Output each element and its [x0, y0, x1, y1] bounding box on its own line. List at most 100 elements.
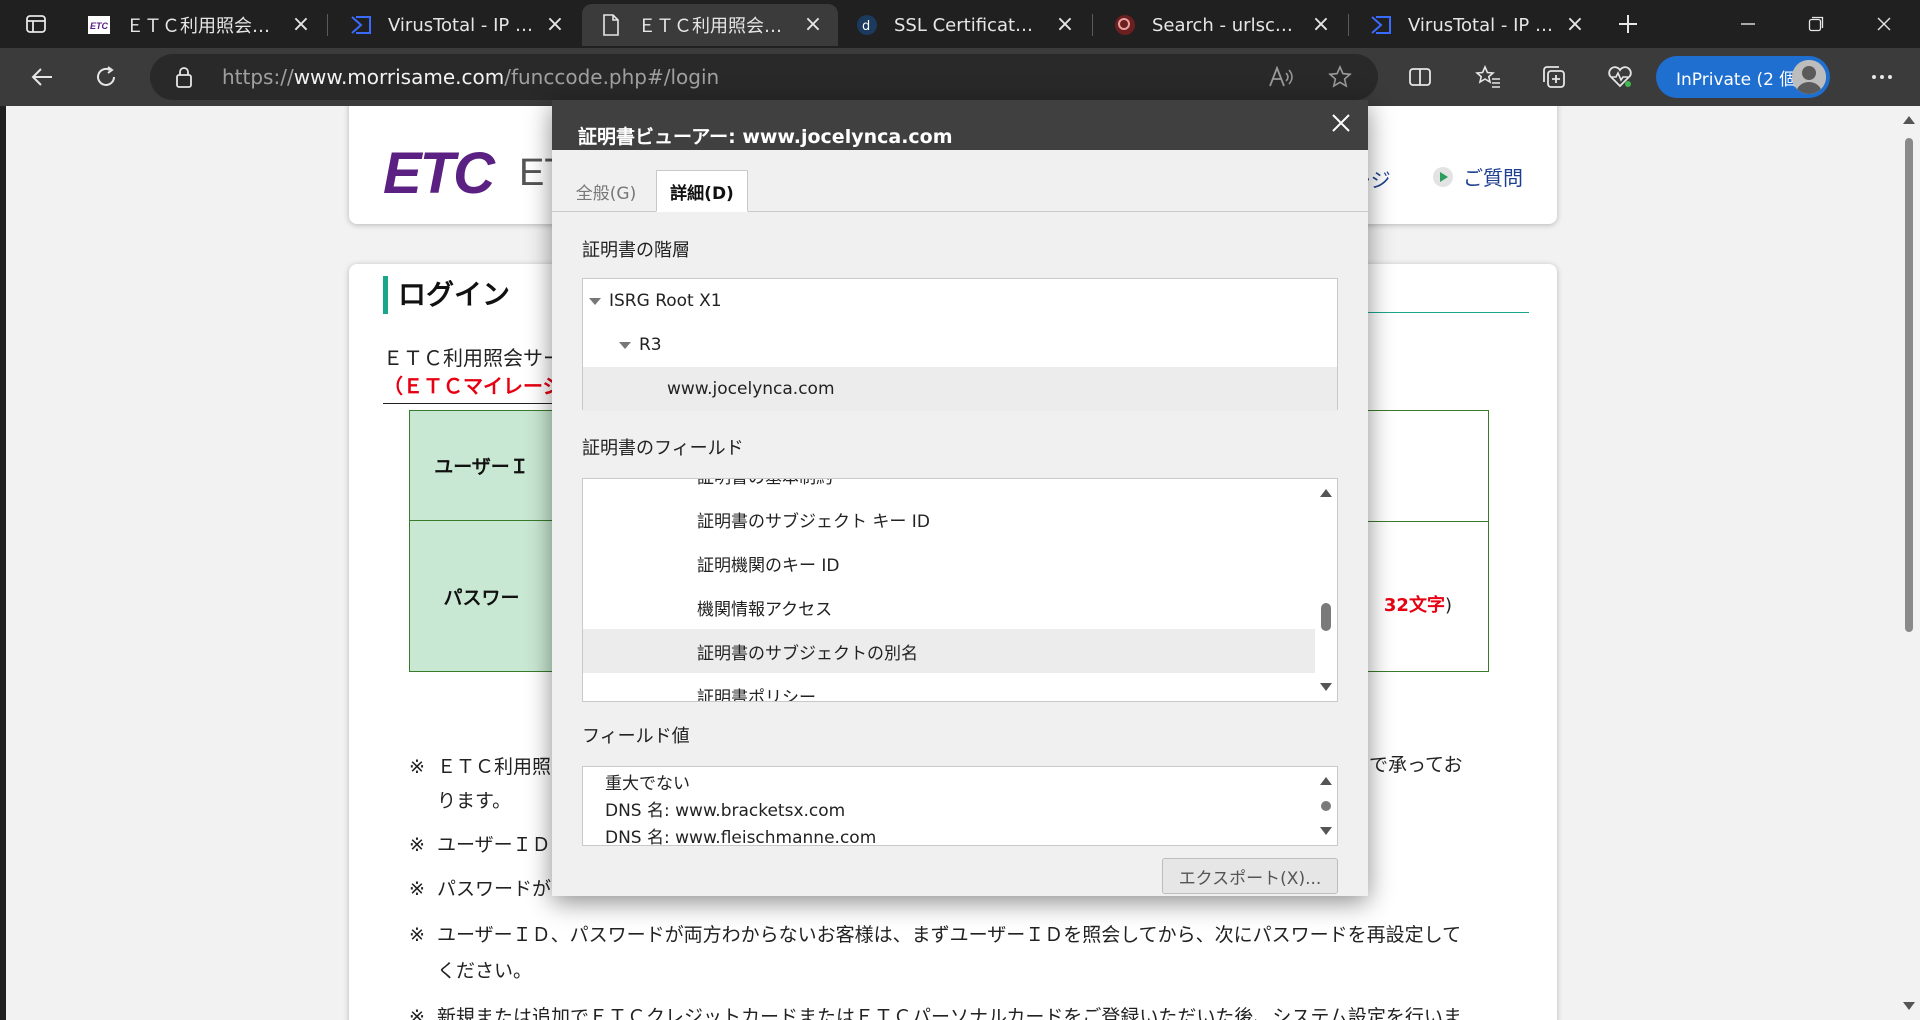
user-id-label: ユーザーＩ: [410, 411, 554, 521]
certificate-fields-list[interactable]: 証明書の基本制約 証明書のサブジェクト キー ID 証明機関のキー ID 機関情…: [582, 478, 1338, 702]
expand-caret-icon[interactable]: [619, 341, 631, 349]
field-item-selected[interactable]: 証明書のサブジェクトの別名: [583, 629, 1315, 673]
tab-5[interactable]: Search - urlscan.io ×: [1096, 4, 1346, 46]
read-aloud-icon[interactable]: [1268, 65, 1294, 92]
tab-4[interactable]: d SSL Certificate Checker ×: [838, 4, 1090, 46]
certificate-viewer-dialog: 証明書ビューアー: www.jocelynca.com 全般(G) 詳細(D) …: [552, 100, 1368, 896]
tab-actions-icon[interactable]: [16, 4, 56, 44]
new-tab-icon[interactable]: [1608, 4, 1648, 44]
dialog-tabs: 全般(G) 詳細(D): [552, 150, 1368, 212]
back-icon[interactable]: [22, 57, 62, 97]
tree-item-label: R3: [639, 335, 662, 355]
tab-1[interactable]: ETC ＥＴＣ利用照会サービス ×: [70, 4, 326, 46]
field-item[interactable]: 証明書の基本制約: [583, 479, 1315, 497]
page-scrollbar[interactable]: [1898, 106, 1920, 1020]
tab-general[interactable]: 全般(G): [570, 170, 642, 212]
note-mark: ※: [409, 1006, 425, 1020]
window-close-icon[interactable]: [1850, 0, 1918, 48]
tree-item-isrg-root[interactable]: ISRG Root X1: [583, 279, 1337, 323]
scroll-thumb[interactable]: [1905, 138, 1913, 632]
intro-text: ＥＴＣ利用照会サー: [383, 346, 563, 370]
scroll-down-icon[interactable]: [1320, 827, 1332, 835]
address-bar[interactable]: https://www.morrisame.com/funccode.php#/…: [150, 54, 1378, 100]
urlscan-icon: [1114, 14, 1136, 36]
browser-toolbar: https://www.morrisame.com/funccode.php#/…: [0, 48, 1920, 106]
virustotal-icon: [350, 14, 372, 36]
expand-caret-icon[interactable]: [589, 297, 601, 305]
scroll-up-icon[interactable]: [1320, 777, 1332, 785]
favorite-star-icon[interactable]: [1328, 65, 1352, 93]
tab-title: ＥＴＣ利用照会サービス: [638, 16, 792, 37]
favorites-icon[interactable]: [1468, 57, 1508, 97]
field-item[interactable]: 証明書ポリシー: [583, 673, 1315, 702]
tree-item-label: ISRG Root X1: [609, 291, 722, 311]
nav-faq-label: ご質問: [1463, 166, 1523, 190]
scroll-up-icon[interactable]: [1320, 489, 1332, 497]
scroll-down-icon[interactable]: [1320, 683, 1332, 691]
value-line: 重大でない: [605, 774, 690, 794]
note-text: パスワードが: [437, 878, 552, 900]
note-text: ユーザーＩＤ: [437, 834, 551, 856]
close-icon[interactable]: ×: [542, 12, 568, 38]
field-value-box[interactable]: 重大でない DNS 名: www.bracketsx.com DNS 名: ww…: [582, 766, 1338, 846]
scroll-thumb[interactable]: [1321, 603, 1331, 631]
close-icon[interactable]: ×: [1562, 12, 1588, 38]
value-scrollbar[interactable]: [1315, 767, 1337, 845]
note-2: ※ ユーザーＩＤ: [409, 830, 551, 857]
scroll-up-icon[interactable]: [1903, 116, 1915, 124]
note-mark: ※: [409, 924, 425, 946]
note-mark: ※: [409, 834, 425, 856]
tab-separator: [1092, 14, 1093, 36]
nav-link-faq[interactable]: ご質問: [1433, 162, 1523, 191]
fields-scrollbar[interactable]: [1315, 479, 1337, 701]
digicert-icon: d: [856, 14, 878, 36]
hierarchy-heading: 証明書の階層: [582, 240, 690, 261]
password-note-paren: ): [1444, 595, 1452, 616]
close-icon[interactable]: ×: [288, 12, 314, 38]
export-button[interactable]: エクスポート(X)...: [1162, 858, 1338, 894]
lock-icon[interactable]: [174, 66, 194, 92]
split-screen-icon[interactable]: [1400, 57, 1440, 97]
close-icon[interactable]: ×: [800, 12, 826, 38]
inprivate-button[interactable]: InPrivate (2 個): [1656, 56, 1830, 98]
url-path: /funccode.php#/login: [504, 65, 720, 89]
tab-6[interactable]: VirusTotal - IP address ×: [1352, 4, 1600, 46]
note-1: ※ ＥＴＣ利用照: [409, 752, 551, 779]
fields-heading: 証明書のフィールド: [582, 438, 744, 459]
dialog-title: 証明書ビューアー: www.jocelynca.com: [578, 126, 953, 148]
field-item[interactable]: 証明書のサブジェクト キー ID: [583, 497, 1315, 541]
intro-mileage-link[interactable]: （ＥＴＣマイレージ: [383, 370, 563, 404]
restore-icon[interactable]: [1782, 0, 1850, 48]
etc-logo[interactable]: ETC: [383, 140, 495, 207]
value-heading: フィールド値: [582, 726, 690, 747]
minimize-icon[interactable]: [1714, 0, 1782, 48]
refresh-icon[interactable]: [86, 57, 126, 97]
field-item[interactable]: 機関情報アクセス: [583, 585, 1315, 629]
note-text: ＥＴＣ利用照: [437, 756, 552, 778]
svg-text:d: d: [862, 19, 870, 34]
collections-icon[interactable]: [1534, 57, 1574, 97]
browser-essentials-icon[interactable]: [1600, 57, 1640, 97]
scroll-thumb[interactable]: [1321, 801, 1331, 811]
tab-title: SSL Certificate Checker: [894, 14, 1044, 36]
dialog-close-icon[interactable]: [1328, 110, 1354, 136]
password-length: 32文字: [1383, 595, 1445, 616]
url-domain: www.morrisame.com: [293, 65, 505, 89]
close-icon[interactable]: ×: [1308, 12, 1334, 38]
page-title: ログイン: [383, 276, 510, 314]
tree-item-leaf-selected[interactable]: www.jocelynca.com: [583, 367, 1337, 411]
more-menu-icon[interactable]: [1862, 57, 1902, 97]
note-1-cont: ります。: [437, 790, 512, 812]
url-text[interactable]: https://www.morrisame.com/funccode.php#/…: [222, 54, 719, 100]
tab-2[interactable]: VirusTotal - IP address ×: [332, 4, 580, 46]
close-icon[interactable]: ×: [1052, 12, 1078, 38]
tab-details[interactable]: 詳細(D): [656, 170, 748, 212]
tab-3-active[interactable]: ＥＴＣ利用照会サービス ×: [582, 4, 838, 46]
note-mark: ※: [409, 756, 425, 778]
play-arrow-icon: [1433, 166, 1453, 187]
field-item[interactable]: 証明機関のキー ID: [583, 541, 1315, 585]
scroll-down-icon[interactable]: [1903, 1002, 1915, 1010]
tree-item-r3[interactable]: R3: [583, 323, 1337, 367]
tree-item-label: www.jocelynca.com: [667, 379, 835, 399]
tab-title: ＥＴＣ利用照会サービス: [126, 16, 280, 37]
